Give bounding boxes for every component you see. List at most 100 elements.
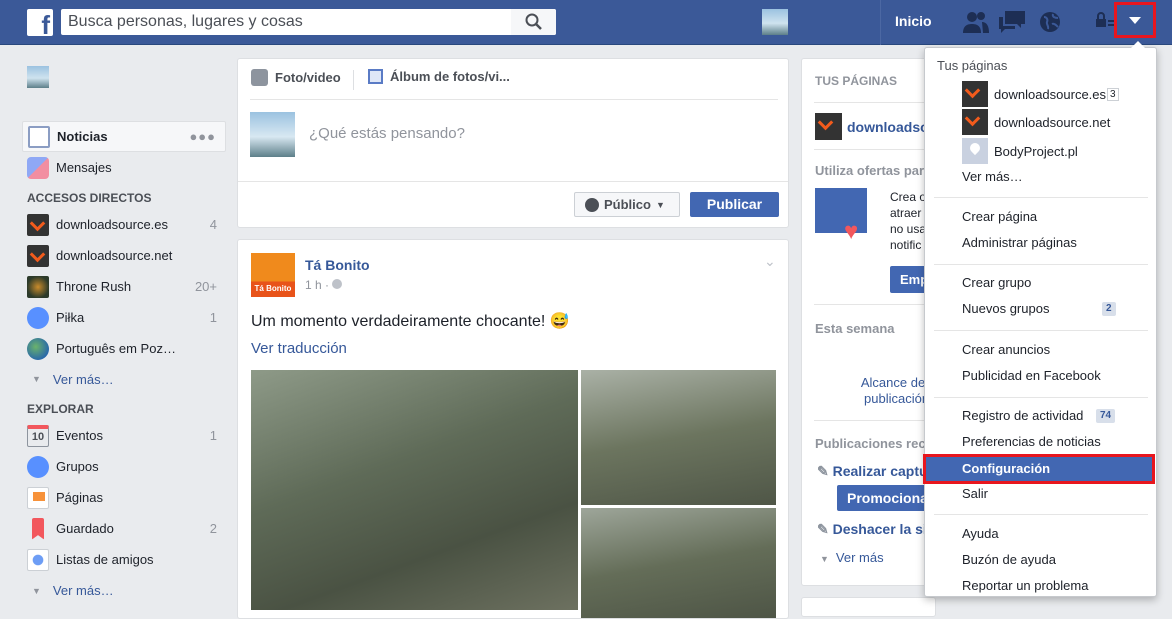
status-input[interactable]: ¿Qué estás pensando? <box>309 125 465 142</box>
menu-see-more-pages[interactable]: Ver más… <box>925 165 1156 189</box>
profile-avatar[interactable] <box>762 9 788 35</box>
sidebar-item-label: Grupos <box>56 459 99 474</box>
home-link[interactable]: Inicio <box>880 0 932 45</box>
friend-requests-icon[interactable] <box>963 11 989 35</box>
post-time[interactable]: 1 h · <box>305 278 343 292</box>
game-icon <box>27 275 49 298</box>
menu-manage-pages[interactable]: Administrar páginas <box>925 231 1156 255</box>
user-avatar[interactable] <box>27 66 49 88</box>
explore-grupos[interactable]: Grupos <box>22 451 226 482</box>
chevron-down-icon <box>1129 16 1141 24</box>
explore-eventos[interactable]: 10 Eventos 1 <box>22 420 226 451</box>
your-pages-panel: TUS PÁGINAS downloadsource.es Utiliza of… <box>801 58 936 586</box>
page-link[interactable]: downloadsource.es <box>847 119 935 135</box>
chevron-down-icon: ▼ <box>32 374 41 384</box>
page-logo-icon <box>815 113 842 140</box>
count-badge: 2 <box>209 521 217 536</box>
globe-icon <box>585 197 599 212</box>
privacy-lock-icon[interactable] <box>1096 11 1116 35</box>
groups-icon <box>27 306 49 329</box>
menu-report-problem[interactable]: Reportar un problema <box>925 574 1156 598</box>
menu-new-groups[interactable]: Nuevos grupos 2 <box>925 297 1156 321</box>
post-author[interactable]: Tá Bonito <box>305 257 370 273</box>
sidebar-item-label: Noticias <box>57 129 108 144</box>
sidebar-item-label: Português em Poz… <box>56 341 176 356</box>
page-avatar[interactable]: Tá Bonito <box>251 253 295 297</box>
facebook-logo[interactable]: f <box>27 9 53 36</box>
promote-button[interactable]: Promocionar <box>837 485 935 511</box>
explore-see-more[interactable]: ▼ Ver más… <box>22 575 226 606</box>
search-input[interactable] <box>61 9 511 35</box>
publish-button[interactable]: Publicar <box>690 192 779 217</box>
post-options-chevron-icon[interactable]: ⌄ <box>764 253 776 270</box>
groups-icon <box>27 455 49 478</box>
explore-paginas[interactable]: Páginas <box>22 482 226 513</box>
post-photo[interactable] <box>581 508 776 618</box>
search-bar <box>61 9 556 35</box>
menu-page-downloadsource-net[interactable]: downloadsource.net <box>962 109 1110 135</box>
divider <box>238 181 788 182</box>
menu-activity-log[interactable]: Registro de actividad 74 <box>925 404 1156 428</box>
your-pages-heading: Tus páginas <box>937 58 1008 73</box>
search-icon <box>525 13 542 30</box>
shortcut-downloadsource-es[interactable]: downloadsource.es 4 <box>22 209 226 240</box>
account-dropdown-menu: Tus páginas downloadsource.es 3 downloads… <box>923 41 1157 598</box>
messages-icon[interactable] <box>999 11 1025 35</box>
post-composer: Foto/video Álbum de fotos/vi... ¿Qué est… <box>237 58 789 228</box>
post-photo[interactable] <box>581 370 776 505</box>
chevron-down-icon: ▼ <box>655 199 665 210</box>
album-icon <box>368 69 383 84</box>
post-photo[interactable] <box>251 370 578 610</box>
divider <box>814 102 935 103</box>
sidebar-item-label: Eventos <box>56 428 103 443</box>
left-sidebar: Noticias ●●● Mensajes ACCESOS DIRECTOS d… <box>22 60 226 606</box>
divider <box>250 99 778 100</box>
see-more-link[interactable]: ▼ Ver más <box>810 550 884 565</box>
shortcut-throne-rush[interactable]: Throne Rush 20+ <box>22 271 226 302</box>
page-logo-icon <box>27 244 49 267</box>
flag-icon <box>27 486 49 509</box>
sidebar-item-noticias[interactable]: Noticias ●●● <box>22 121 226 152</box>
account-menu-button[interactable] <box>1114 2 1156 38</box>
photo-video-tab[interactable]: Foto/video <box>251 69 341 86</box>
recent-posts-heading: Publicaciones rec <box>815 436 926 451</box>
menu-help[interactable]: Ayuda <box>925 522 1156 546</box>
post-reach[interactable]: Alcance de publicación <box>857 375 929 407</box>
explore-listas-de-amigos[interactable]: Listas de amigos <box>22 544 226 575</box>
shortcut-pilka[interactable]: Piłka 1 <box>22 302 226 333</box>
right-panel-card <box>801 597 936 617</box>
menu-help-inbox[interactable]: Buzón de ayuda <box>925 548 1156 572</box>
explore-guardado[interactable]: Guardado 2 <box>22 513 226 544</box>
menu-settings[interactable]: Configuración <box>923 454 1155 484</box>
photo-album-tab[interactable]: Álbum de fotos/vi... <box>368 69 510 84</box>
menu-page-downloadsource-es[interactable]: downloadsource.es 3 <box>962 81 1119 107</box>
sidebar-item-label: Mensajes <box>56 160 112 175</box>
shortcut-portugues[interactable]: Português em Poz… <box>22 333 226 364</box>
more-options-icon[interactable]: ●●● <box>189 129 216 144</box>
shortcut-downloadsource-net[interactable]: downloadsource.net <box>22 240 226 271</box>
globe-icon <box>27 337 49 360</box>
edit-icon: ✎ <box>817 521 829 537</box>
sidebar-item-label: downloadsource.net <box>56 248 173 263</box>
menu-create-ads[interactable]: Crear anuncios <box>925 338 1156 362</box>
menu-page-bodyproject[interactable]: BodyProject.pl <box>962 138 1078 164</box>
menu-news-preferences[interactable]: Preferencias de noticias <box>925 430 1156 454</box>
recent-post-link[interactable]: ✎ Realizar captu <box>817 463 928 480</box>
recent-post-link[interactable]: ✎ Deshacer la si <box>817 521 927 538</box>
menu-create-group[interactable]: Crear grupo <box>925 271 1156 295</box>
see-more-label: Ver más… <box>52 371 114 387</box>
sidebar-item-mensajes[interactable]: Mensajes <box>22 152 226 183</box>
count-badge: 20+ <box>194 279 217 294</box>
menu-log-out[interactable]: Salir <box>925 482 1156 506</box>
audience-selector[interactable]: Público ▼ <box>574 192 680 217</box>
shortcuts-see-more[interactable]: ▼ Ver más… <box>22 364 226 394</box>
page-logo-icon <box>27 213 49 236</box>
menu-create-page[interactable]: Crear página <box>925 205 1156 229</box>
see-translation-link[interactable]: Ver traducción <box>251 340 347 357</box>
search-button[interactable] <box>511 9 556 35</box>
audience-label: Público <box>604 197 651 212</box>
menu-advertising[interactable]: Publicidad en Facebook <box>925 364 1156 388</box>
sidebar-item-label: Guardado <box>56 521 114 536</box>
divider <box>814 304 935 305</box>
notifications-globe-icon[interactable] <box>1037 11 1063 35</box>
